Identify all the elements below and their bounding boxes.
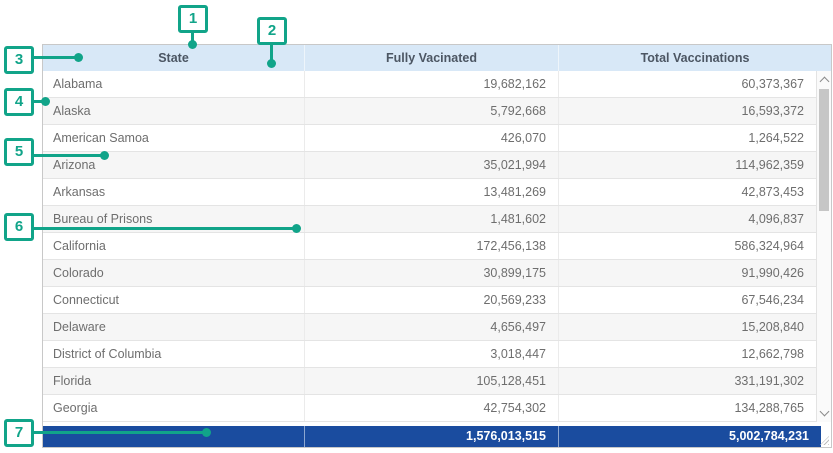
dashboard-screenshot: State Fully Vacinated Total Vaccinations… bbox=[0, 0, 833, 453]
cell-state: California bbox=[43, 233, 304, 259]
totals-cell-fully-vaccinated: 1,576,013,515 bbox=[304, 426, 558, 447]
cell-fully-vaccinated: 42,754,302 bbox=[304, 395, 558, 421]
annotation-stem-3 bbox=[34, 56, 76, 59]
cell-total-vaccinations: 42,873,453 bbox=[558, 179, 816, 205]
cell-total-vaccinations: 12,662,798 bbox=[558, 341, 816, 367]
scrollbar-thumb[interactable] bbox=[819, 89, 829, 211]
annotation-marker-2: 2 bbox=[257, 17, 287, 45]
cell-fully-vaccinated: 4,656,497 bbox=[304, 314, 558, 340]
annotation-marker-1: 1 bbox=[178, 5, 208, 33]
annotation-stem-5 bbox=[34, 154, 102, 157]
cell-fully-vaccinated: 13,481,269 bbox=[304, 179, 558, 205]
cell-state: Florida bbox=[43, 368, 304, 394]
cell-total-vaccinations: 1,264,522 bbox=[558, 125, 816, 151]
table-row[interactable]: Alabama19,682,16260,373,367 bbox=[43, 71, 816, 98]
annotation-stem-6 bbox=[34, 227, 294, 230]
cell-fully-vaccinated: 426,070 bbox=[304, 125, 558, 151]
cell-total-vaccinations: 91,990,426 bbox=[558, 260, 816, 286]
cell-state: Connecticut bbox=[43, 287, 304, 313]
table-row[interactable]: Georgia42,754,302134,288,765 bbox=[43, 395, 816, 422]
cell-total-vaccinations: 15,208,840 bbox=[558, 314, 816, 340]
cell-total-vaccinations: 60,373,367 bbox=[558, 71, 816, 97]
cell-state: Colorado bbox=[43, 260, 304, 286]
cell-fully-vaccinated: 105,128,451 bbox=[304, 368, 558, 394]
table-body: Alabama19,682,16260,373,367Alaska5,792,6… bbox=[43, 71, 816, 422]
cell-state: American Samoa bbox=[43, 125, 304, 151]
annotation-dot-2 bbox=[267, 59, 276, 68]
cell-total-vaccinations: 586,324,964 bbox=[558, 233, 816, 259]
table-row[interactable]: Delaware4,656,49715,208,840 bbox=[43, 314, 816, 341]
scroll-up-icon[interactable] bbox=[820, 77, 830, 87]
column-header-fully-vaccinated[interactable]: Fully Vacinated bbox=[304, 45, 558, 71]
table-row[interactable]: American Samoa426,0701,264,522 bbox=[43, 125, 816, 152]
column-header-total-vaccinations[interactable]: Total Vaccinations bbox=[558, 45, 831, 71]
totals-cell-state bbox=[43, 426, 304, 447]
annotation-marker-3: 3 bbox=[4, 46, 34, 74]
cell-fully-vaccinated: 3,018,447 bbox=[304, 341, 558, 367]
cell-total-vaccinations: 67,546,234 bbox=[558, 287, 816, 313]
vertical-scrollbar[interactable] bbox=[816, 71, 831, 422]
table-row[interactable]: California172,456,138586,324,964 bbox=[43, 233, 816, 260]
cell-fully-vaccinated: 5,792,668 bbox=[304, 98, 558, 124]
table-row[interactable]: District of Columbia3,018,44712,662,798 bbox=[43, 341, 816, 368]
scroll-down-icon[interactable] bbox=[820, 407, 830, 417]
resize-grip-icon[interactable] bbox=[820, 436, 829, 445]
cell-state: Alabama bbox=[43, 71, 304, 97]
table-header: State Fully Vacinated Total Vaccinations bbox=[43, 45, 831, 71]
cell-fully-vaccinated: 172,456,138 bbox=[304, 233, 558, 259]
annotation-stem-7 bbox=[34, 431, 204, 434]
annotation-marker-4: 4 bbox=[4, 88, 34, 116]
cell-state: Georgia bbox=[43, 395, 304, 421]
table-row[interactable]: Colorado30,899,17591,990,426 bbox=[43, 260, 816, 287]
annotation-marker-6: 6 bbox=[4, 213, 34, 241]
cell-state: District of Columbia bbox=[43, 341, 304, 367]
annotation-dot-3 bbox=[74, 53, 83, 62]
totals-cell-total-vaccinations: 5,002,784,231 bbox=[558, 426, 821, 447]
totals-row: 1,576,013,515 5,002,784,231 bbox=[43, 426, 821, 447]
cell-fully-vaccinated: 1,481,602 bbox=[304, 206, 558, 232]
annotation-dot-5 bbox=[100, 151, 109, 160]
cell-total-vaccinations: 134,288,765 bbox=[558, 395, 816, 421]
table-row[interactable]: Florida105,128,451331,191,302 bbox=[43, 368, 816, 395]
cell-state: Arkansas bbox=[43, 179, 304, 205]
cell-state: Alaska bbox=[43, 98, 304, 124]
vaccination-table-widget: State Fully Vacinated Total Vaccinations… bbox=[42, 44, 832, 448]
table-row[interactable]: Arkansas13,481,26942,873,453 bbox=[43, 179, 816, 206]
annotation-dot-4 bbox=[41, 97, 50, 106]
annotation-stem-2 bbox=[270, 44, 273, 60]
cell-total-vaccinations: 114,962,359 bbox=[558, 152, 816, 178]
cell-total-vaccinations: 4,096,837 bbox=[558, 206, 816, 232]
annotation-dot-6 bbox=[292, 224, 301, 233]
cell-total-vaccinations: 16,593,372 bbox=[558, 98, 816, 124]
cell-fully-vaccinated: 20,569,233 bbox=[304, 287, 558, 313]
cell-total-vaccinations: 331,191,302 bbox=[558, 368, 816, 394]
table-row[interactable]: Arizona35,021,994114,962,359 bbox=[43, 152, 816, 179]
cell-fully-vaccinated: 30,899,175 bbox=[304, 260, 558, 286]
table-row[interactable]: Alaska5,792,66816,593,372 bbox=[43, 98, 816, 125]
annotation-marker-5: 5 bbox=[4, 138, 34, 166]
cell-fully-vaccinated: 35,021,994 bbox=[304, 152, 558, 178]
cell-state: Delaware bbox=[43, 314, 304, 340]
cell-fully-vaccinated: 19,682,162 bbox=[304, 71, 558, 97]
annotation-marker-7: 7 bbox=[4, 419, 34, 447]
annotation-dot-7 bbox=[202, 428, 211, 437]
table-row[interactable]: Connecticut20,569,23367,546,234 bbox=[43, 287, 816, 314]
annotation-dot-1 bbox=[188, 40, 197, 49]
